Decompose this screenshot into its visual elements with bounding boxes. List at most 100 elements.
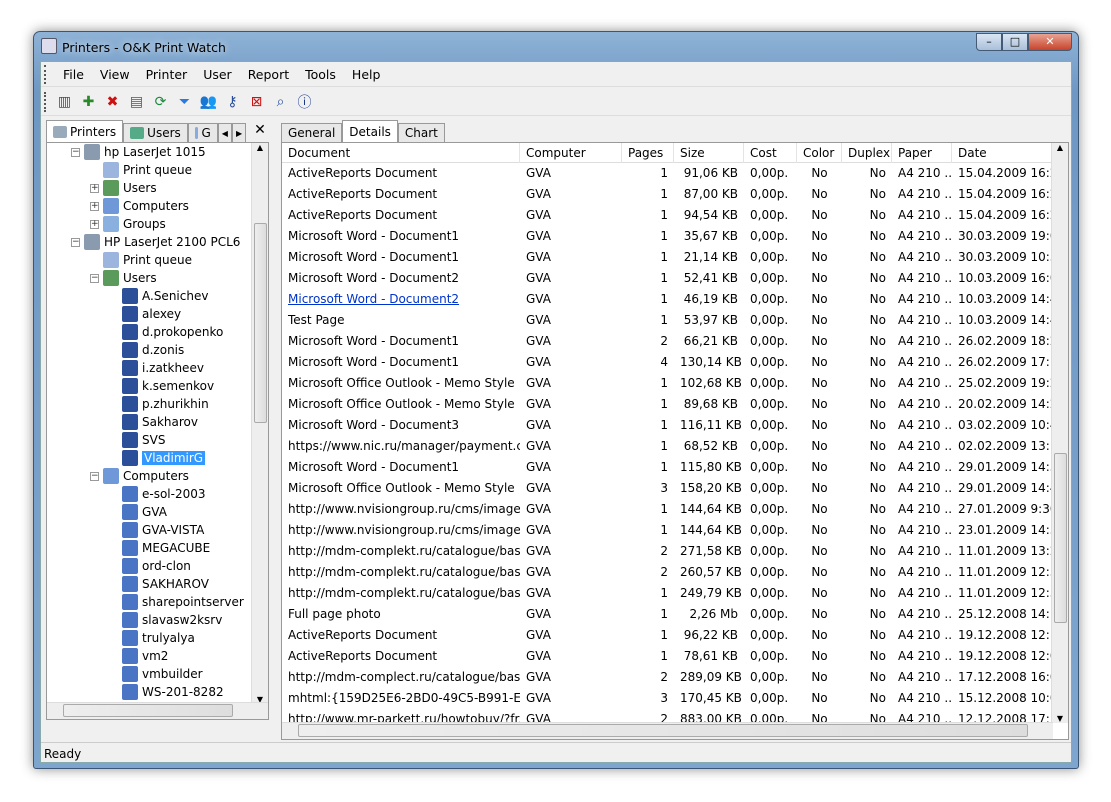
table-row[interactable]: ActiveReports Document GVA 1 94,54 KB 0,00p.…	[282, 205, 1062, 226]
column-header-date[interactable]: Date	[952, 143, 1062, 163]
table-row[interactable]: http://mdm-complect.ru/catalogue/bas... G…	[282, 667, 1062, 688]
tree-item[interactable]: GVA-VISTA	[109, 521, 204, 539]
tree-item[interactable]: + Groups	[90, 215, 166, 233]
close-pane-icon[interactable]: ✕	[254, 122, 266, 142]
tab-scroll-left[interactable]: ◀	[217, 123, 232, 142]
table-row[interactable]: http://mdm-complekt.ru/catalogue/bas... G…	[282, 583, 1062, 604]
tree-item[interactable]: Print queue	[90, 251, 192, 269]
table-row[interactable]: ActiveReports Document GVA 1 96,22 KB 0,00p.…	[282, 625, 1062, 646]
menu-report[interactable]: Report	[240, 67, 297, 82]
collapse-icon[interactable]: −	[71, 147, 80, 157]
minimize-button[interactable]: –	[976, 33, 1002, 51]
menu-help[interactable]: Help	[344, 67, 389, 82]
expand-icon[interactable]: +	[90, 219, 99, 229]
tree-item[interactable]: p.zhurikhin	[109, 395, 209, 413]
table-row[interactable]: http://www.nvisiongroup.ru/cms/image... G…	[282, 520, 1062, 541]
table-row[interactable]: Test Page GVA 1 53,97 KB 0,00p. No No A4 210 ..…	[282, 310, 1062, 331]
tree-vertical-scrollbar[interactable]: ▲ ▼	[251, 143, 268, 704]
close-button[interactable]: ✕	[1028, 33, 1072, 51]
collapse-icon[interactable]: −	[71, 237, 80, 247]
add-printer-icon[interactable]: ✚	[79, 92, 98, 111]
table-row[interactable]: mhtml:{159D25E6-2BD0-49C5-B991-E839... GV…	[282, 688, 1062, 709]
table-row[interactable]: Microsoft Word - Document1 GVA 4 130,14 KB 0…	[282, 352, 1062, 373]
table-row[interactable]: http://mdm-complekt.ru/catalogue/bas... G…	[282, 541, 1062, 562]
tree-item[interactable]: SAKHAROV	[109, 575, 209, 593]
tree-item[interactable]: d.zonis	[109, 341, 184, 359]
menu-tools[interactable]: Tools	[297, 67, 344, 82]
table-row[interactable]: ActiveReports Document GVA 1 87,00 KB 0,00p.…	[282, 184, 1062, 205]
column-header-size[interactable]: Size	[674, 143, 744, 163]
tree-item[interactable]: MEGACUBE	[109, 539, 210, 557]
scroll-thumb[interactable]	[254, 223, 267, 423]
tree-item[interactable]: alexey	[109, 305, 181, 323]
key-icon[interactable]: ⚷	[223, 92, 242, 111]
table-row[interactable]: http://mdm-complekt.ru/catalogue/bas... G…	[282, 562, 1062, 583]
refresh-icon[interactable]: ⟳	[151, 92, 170, 111]
delete-printer-icon[interactable]: ✖	[103, 92, 122, 111]
table-row[interactable]: Microsoft Word - Document1 GVA 1 115,80 KB 0…	[282, 457, 1062, 478]
table-row[interactable]: Microsoft Word - Document2 GVA 1 46,19 KB 0,…	[282, 289, 1062, 310]
tree-item[interactable]: ord-clon	[109, 557, 191, 575]
tab-users[interactable]: Users	[123, 123, 188, 142]
table-vertical-scrollbar[interactable]: ▲ ▼	[1051, 143, 1068, 723]
column-header-paper[interactable]: Paper	[892, 143, 952, 163]
table-row[interactable]: ActiveReports Document GVA 1 91,06 KB 0,00p.…	[282, 163, 1062, 184]
table-row[interactable]: ActiveReports Document GVA 1 78,61 KB 0,00p.…	[282, 646, 1062, 667]
tab-printers[interactable]: Printers	[46, 120, 124, 142]
find-icon[interactable]: ⌕	[271, 92, 290, 111]
tree-item[interactable]: trulyalya	[109, 629, 195, 647]
scroll-thumb[interactable]	[1054, 453, 1067, 623]
tree-item[interactable]: d.prokopenko	[109, 323, 223, 341]
table-row[interactable]: Microsoft Word - Document1 GVA 2 66,21 KB 0,…	[282, 331, 1062, 352]
tree-item[interactable]: + Computers	[90, 197, 189, 215]
tree-item[interactable]: VladimirG	[109, 449, 206, 467]
filter-icon[interactable]: ⏷	[175, 92, 194, 111]
tree-item[interactable]: WS-201-8282	[109, 683, 224, 701]
table-row[interactable]: Microsoft Word - Document2 GVA 1 52,41 KB 0,…	[282, 268, 1062, 289]
collapse-icon[interactable]: −	[90, 273, 99, 283]
table-row[interactable]: http://www.nvisiongroup.ru/cms/image... G…	[282, 499, 1062, 520]
tree-item[interactable]: k.semenkov	[109, 377, 214, 395]
groups-icon[interactable]: 👥	[199, 92, 218, 111]
table-horizontal-scrollbar[interactable]	[282, 722, 1053, 739]
tab-chart[interactable]: Chart	[397, 123, 445, 142]
table-row[interactable]: Microsoft Office Outlook - Memo Style GVA…	[282, 373, 1062, 394]
delete-job-icon[interactable]: ⊠	[247, 92, 266, 111]
column-header-document[interactable]: Document	[282, 143, 520, 163]
table-row[interactable]: Microsoft Word - Document1 GVA 1 35,67 KB 0,…	[282, 226, 1062, 247]
column-header-computer[interactable]: Computer	[520, 143, 622, 163]
expand-icon[interactable]: +	[90, 201, 99, 211]
column-header-duplex[interactable]: Duplex	[842, 143, 892, 163]
tree-item[interactable]: Sakharov	[109, 413, 198, 431]
maximize-button[interactable]: □	[1002, 33, 1028, 51]
table-row[interactable]: Microsoft Word - Document3 GVA 1 116,11 KB 0…	[282, 415, 1062, 436]
tree-horizontal-scrollbar[interactable]	[47, 702, 268, 719]
table-row[interactable]: Microsoft Word - Document1 GVA 1 21,14 KB 0,…	[282, 247, 1062, 268]
tree-item[interactable]: slavasw2ksrv	[109, 611, 222, 629]
tree-item[interactable]: − Computers	[90, 467, 189, 485]
tree-item[interactable]: − Users	[90, 269, 157, 287]
tree-item[interactable]: sharepointserver	[109, 593, 244, 611]
tab-general[interactable]: General	[281, 123, 343, 142]
table-row[interactable]: Microsoft Office Outlook - Memo Style GVA…	[282, 394, 1062, 415]
column-header-cost[interactable]: Cost	[744, 143, 797, 163]
tree-item[interactable]: − hp LaserJet 1015	[71, 143, 206, 161]
menu-printer[interactable]: Printer	[138, 67, 196, 82]
table-row[interactable]: Full page photo GVA 1 2,26 Mb 0,00p. No No A4 2…	[282, 604, 1062, 625]
tree-item[interactable]: − HP LaserJet 2100 PCL6	[71, 233, 240, 251]
tree-item[interactable]: GVA	[109, 503, 167, 521]
tree-item[interactable]: A.Senichev	[109, 287, 208, 305]
column-header-pages[interactable]: Pages	[622, 143, 674, 163]
tree-item[interactable]: + Users	[90, 179, 157, 197]
tree-item[interactable]: e-sol-2003	[109, 485, 206, 503]
tree-item[interactable]: Print queue	[90, 161, 192, 179]
menu-file[interactable]: File	[55, 67, 92, 82]
tab-details[interactable]: Details	[342, 120, 398, 142]
print-queue-icon[interactable]: ▤	[127, 92, 146, 111]
tree-item[interactable]: vmbuilder	[109, 665, 203, 683]
expand-icon[interactable]: +	[90, 183, 99, 193]
column-header-color[interactable]: Color	[797, 143, 842, 163]
tree-item[interactable]: SVS	[109, 431, 165, 449]
table-row[interactable]: Microsoft Office Outlook - Memo Style GVA…	[282, 478, 1062, 499]
menu-user[interactable]: User	[195, 67, 240, 82]
